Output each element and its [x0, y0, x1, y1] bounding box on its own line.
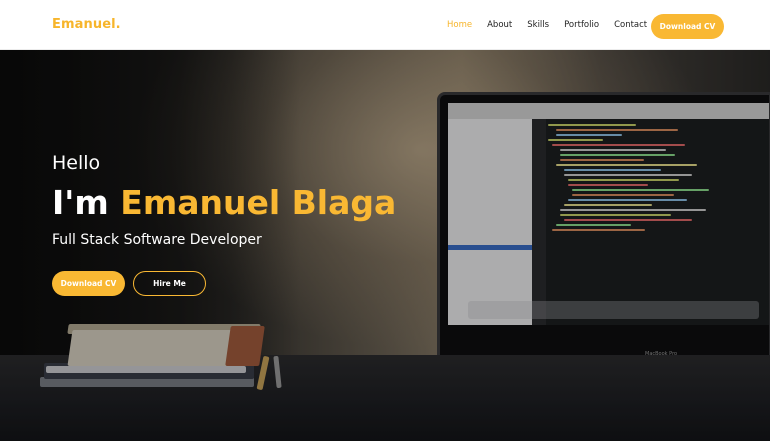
hero-download-cv-button[interactable]: Download CV	[52, 271, 125, 296]
hero-section: MacBook Pro Hello I'm Emanuel Blaga Full…	[0, 50, 770, 441]
nav-item-home[interactable]: Home	[447, 20, 472, 30]
hero-hire-me-button[interactable]: Hire Me	[133, 271, 206, 296]
brand-logo[interactable]: Emanuel.	[52, 17, 121, 32]
hero-role: Full Stack Software Developer	[52, 232, 262, 248]
hero-content: Hello I'm Emanuel Blaga Full Stack Softw…	[52, 50, 472, 441]
portfolio-page: Emanuel. Home About Skills Portfolio Con…	[0, 0, 770, 441]
nav-download-cv-button[interactable]: Download CV	[651, 14, 724, 39]
nav-item-contact[interactable]: Contact	[614, 20, 647, 30]
nav-item-skills[interactable]: Skills	[527, 20, 549, 30]
hero-name: Emanuel Blaga	[120, 183, 397, 222]
hero-headline: I'm Emanuel Blaga	[52, 183, 396, 222]
nav-links: Home About Skills Portfolio Contact	[447, 20, 662, 30]
navbar: Emanuel. Home About Skills Portfolio Con…	[0, 0, 770, 50]
hero-intro-prefix: I'm	[52, 183, 109, 222]
nav-item-about[interactable]: About	[487, 20, 512, 30]
hero-greeting: Hello	[52, 152, 101, 174]
nav-item-portfolio[interactable]: Portfolio	[564, 20, 599, 30]
